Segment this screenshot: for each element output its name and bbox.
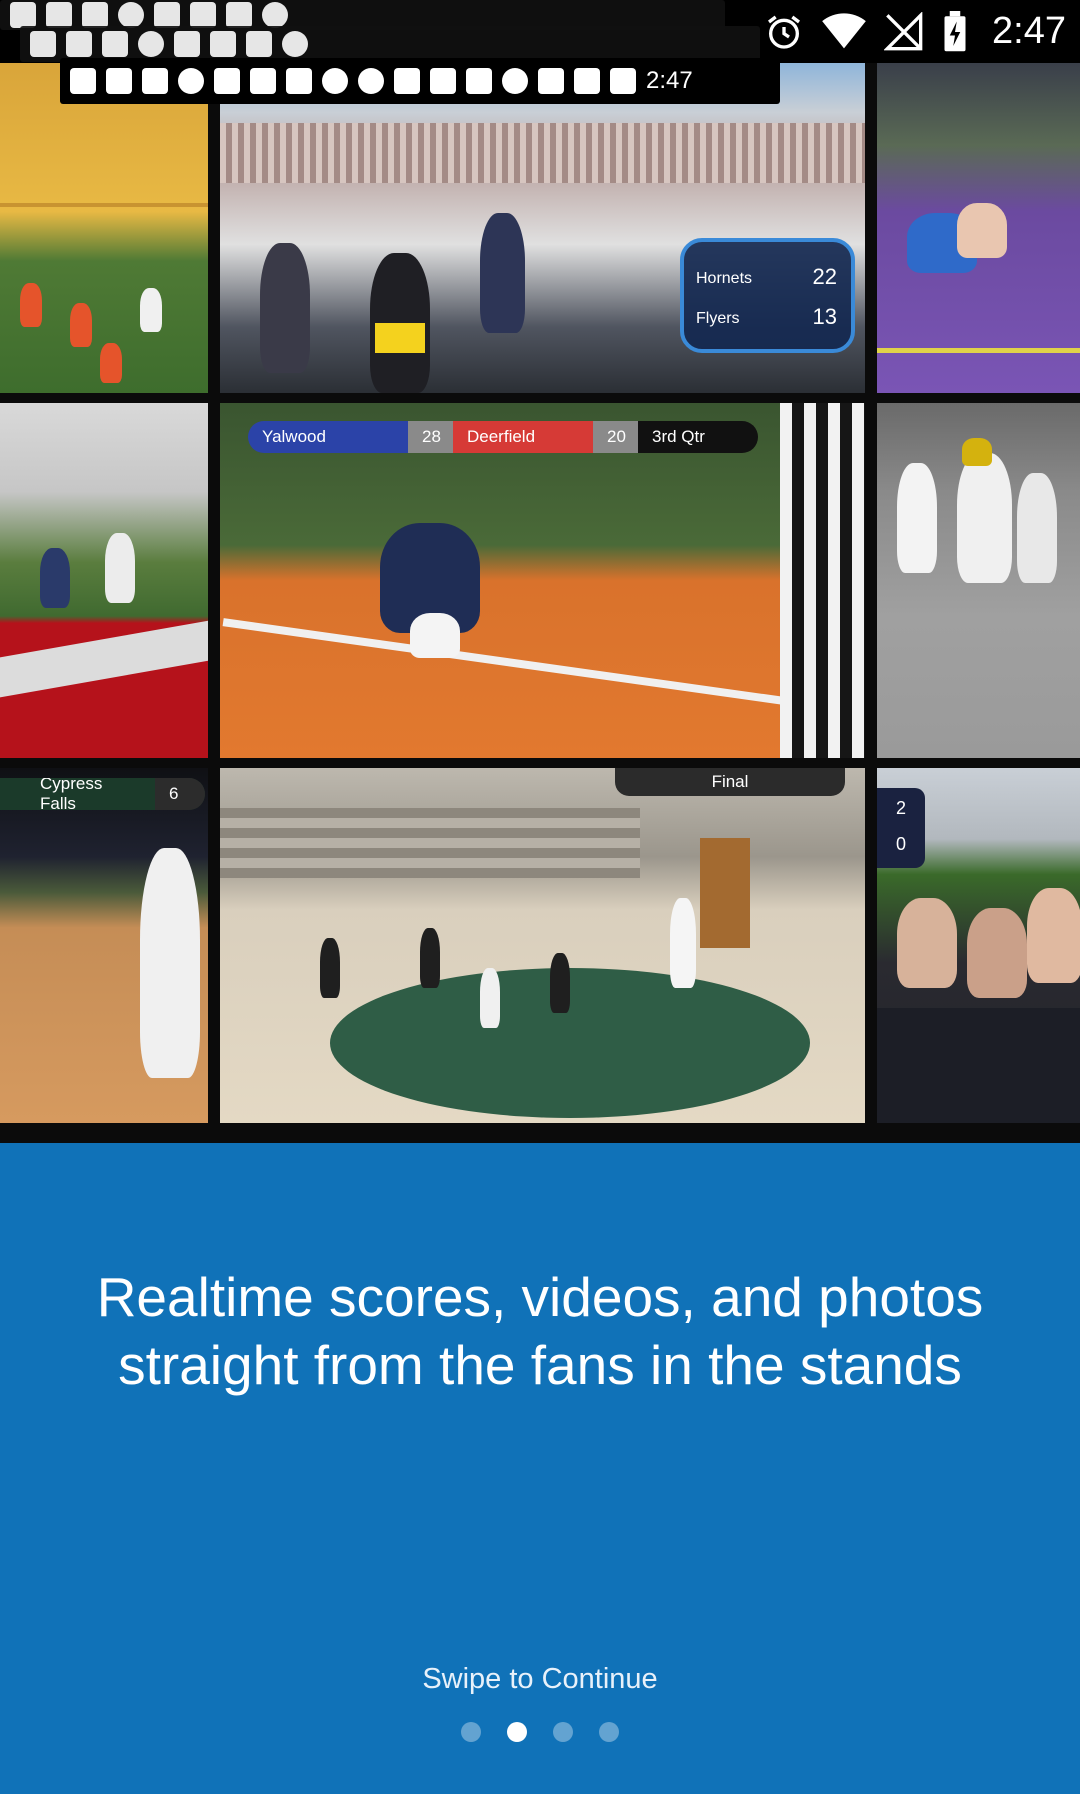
facebook-icon <box>142 68 168 94</box>
bluetooth-icon <box>466 68 492 94</box>
scorebug-period: 3rd Qtr <box>638 421 758 453</box>
battery-icon <box>610 68 636 94</box>
side-score-bottom: 0 <box>895 834 906 854</box>
facebook-icon <box>102 31 128 57</box>
status-time: 2:47 <box>992 10 1066 52</box>
timer-icon <box>138 31 164 57</box>
alarm-icon <box>764 12 804 52</box>
battery-charging-icon <box>942 10 968 53</box>
lock-icon <box>286 68 312 94</box>
lock-icon <box>226 2 252 28</box>
timer-icon <box>118 2 144 28</box>
message-icon <box>10 2 36 28</box>
status-icons: 2:47 <box>764 0 1066 63</box>
headline-line-2: straight from the fans in the stands <box>118 1334 962 1396</box>
final-banner: Final <box>615 768 845 796</box>
page-dot-3[interactable] <box>553 1722 573 1742</box>
scorebug-away-team: Deerfield <box>453 421 593 453</box>
page-dot-2[interactable] <box>507 1722 527 1742</box>
chat-bubble-icon <box>358 68 384 94</box>
facebook-icon <box>66 31 92 57</box>
scorebox-score-1: 22 <box>812 264 837 289</box>
photo-team-celebration: 2 0 <box>877 768 1080 1123</box>
game-scorebug: Yalwood 28 Deerfield 20 3rd Qtr <box>248 421 758 453</box>
smiley-icon <box>322 68 348 94</box>
facebook-icon <box>250 68 276 94</box>
smiley-icon <box>262 2 288 28</box>
facebook-icon <box>190 2 216 28</box>
message-icon <box>70 68 96 94</box>
facebook-icon <box>106 68 132 94</box>
facebook-icon <box>82 2 108 28</box>
photo-softball: Cypress Falls 6 <box>0 768 208 1123</box>
facebook-icon <box>46 2 72 28</box>
facebook-icon <box>210 31 236 57</box>
cypress-scorebug: Cypress Falls 6 <box>0 778 205 810</box>
photo-sideline <box>0 403 208 758</box>
lock-icon <box>246 31 272 57</box>
smiley-icon <box>282 31 308 57</box>
message-icon <box>30 31 56 57</box>
wifi-icon <box>822 12 866 52</box>
signal-icon <box>574 68 600 94</box>
photo-stadium-football <box>0 63 208 393</box>
scorebox-team-2: Flyers <box>696 310 740 327</box>
swipe-to-continue-label: Swipe to Continue <box>422 1663 658 1695</box>
wrench-icon <box>154 2 180 28</box>
wrench-icon <box>174 31 200 57</box>
photo-wrestling <box>877 63 1080 393</box>
photo-volleyball-gym: Final <box>220 768 865 1123</box>
onboarding-panel[interactable]: Realtime scores, videos, and photos stra… <box>0 1143 1080 1794</box>
scorebox-score-2: 13 <box>812 304 837 329</box>
wrench-icon <box>214 68 240 94</box>
page-indicator <box>0 1722 1080 1742</box>
notification-strip-time: 2:47 <box>646 67 693 94</box>
page-dot-1[interactable] <box>461 1722 481 1742</box>
wifi-icon <box>538 68 564 94</box>
onboarding-screen: 2:47 2:47 Hornets 22 Flyers 13 Yalwood 2… <box>0 0 1080 1794</box>
final-label: Final <box>711 772 749 791</box>
scorebug-away-score: 20 <box>593 421 638 453</box>
photo-endzone-play: Yalwood 28 Deerfield 20 3rd Qtr <box>220 403 865 758</box>
alarm-icon <box>502 68 528 94</box>
scorebox-overlay: Hornets 22 Flyers 13 <box>680 238 855 353</box>
notification-strip: 2:47 <box>60 58 780 104</box>
cypress-score: 6 <box>155 778 205 810</box>
scorebug-home-team: Yalwood <box>248 421 408 453</box>
photo-stadium-crowd: Hornets 22 Flyers 13 <box>220 63 865 393</box>
headline-line-1: Realtime scores, videos, and photos <box>96 1266 984 1328</box>
cypress-team: Cypress Falls <box>40 778 103 810</box>
scorebox-team-1: Hornets <box>696 270 753 287</box>
qr-icon <box>430 68 456 94</box>
side-scorebug: 2 0 <box>877 788 925 868</box>
timer-icon <box>178 68 204 94</box>
facebook-icon <box>394 68 420 94</box>
photo-youth-football <box>877 403 1080 758</box>
side-score-top: 2 <box>895 798 906 818</box>
photo-collage: Hornets 22 Flyers 13 Yalwood 28 Deerfiel… <box>0 63 1080 1143</box>
page-dot-4[interactable] <box>599 1722 619 1742</box>
scorebug-home-score: 28 <box>408 421 453 453</box>
onboarding-headline: Realtime scores, videos, and photos stra… <box>40 1263 1040 1399</box>
no-signal-icon <box>884 11 924 52</box>
notification-strip-ghost-2 <box>20 26 760 62</box>
